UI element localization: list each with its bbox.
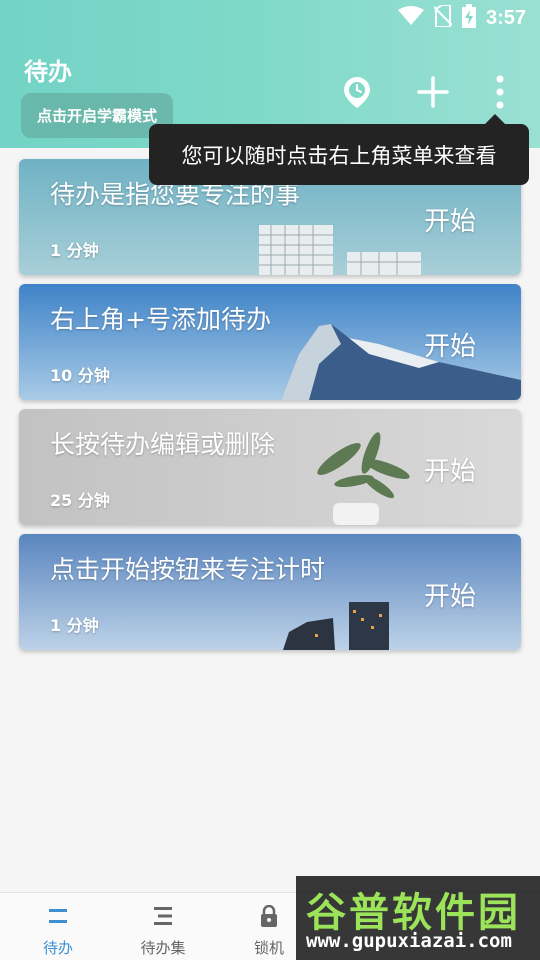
todo-list-icon — [47, 905, 69, 931]
nav-item-todo[interactable]: 待办 — [13, 905, 103, 958]
todo-card[interactable]: 长按待办编辑或删除 25 分钟 开始 — [19, 409, 521, 525]
nav-label: 锁机 — [253, 939, 284, 957]
lock-icon — [259, 904, 279, 931]
hint-tooltip: 您可以随时点击右上角菜单来查看 — [149, 114, 529, 185]
nav-label: 待办集 — [140, 939, 186, 957]
todo-title: 长按待办编辑或删除 — [50, 430, 276, 459]
nav-label: 待办 — [42, 939, 73, 957]
no-sim-icon — [433, 4, 453, 31]
todo-duration: 1 分钟 — [50, 616, 99, 635]
todo-duration: 25 分钟 — [50, 491, 110, 510]
wifi-icon — [397, 6, 424, 30]
todo-duration: 1 分钟 — [50, 241, 99, 260]
status-bar: 3:57 — [397, 4, 526, 32]
todo-title: 点击开始按钮来专注计时 — [50, 555, 326, 584]
watermark: 谷普软件园 www.gupuxiazai.com — [296, 876, 540, 960]
start-button[interactable]: 开始 — [424, 326, 476, 363]
start-button[interactable]: 开始 — [424, 451, 476, 488]
plus-icon[interactable] — [413, 72, 453, 112]
status-time: 3:57 — [485, 6, 526, 29]
todo-duration: 10 分钟 — [50, 366, 110, 385]
todo-card[interactable]: 点击开始按钮来专注计时 1 分钟 开始 — [19, 534, 521, 650]
page-title: 待办 — [24, 58, 72, 86]
todo-set-icon — [152, 905, 174, 931]
more-vert-icon[interactable] — [480, 72, 520, 112]
battery-charging-icon — [461, 4, 476, 32]
start-button[interactable]: 开始 — [424, 576, 476, 613]
todo-title: 右上角+号添加待办 — [50, 305, 271, 334]
start-button[interactable]: 开始 — [424, 201, 476, 238]
clock-icon[interactable] — [337, 72, 377, 112]
nav-item-todo-set[interactable]: 待办集 — [118, 905, 208, 958]
watermark-url: www.gupuxiazai.com — [306, 930, 512, 952]
todo-card[interactable]: 右上角+号添加待办 10 分钟 开始 — [19, 284, 521, 400]
